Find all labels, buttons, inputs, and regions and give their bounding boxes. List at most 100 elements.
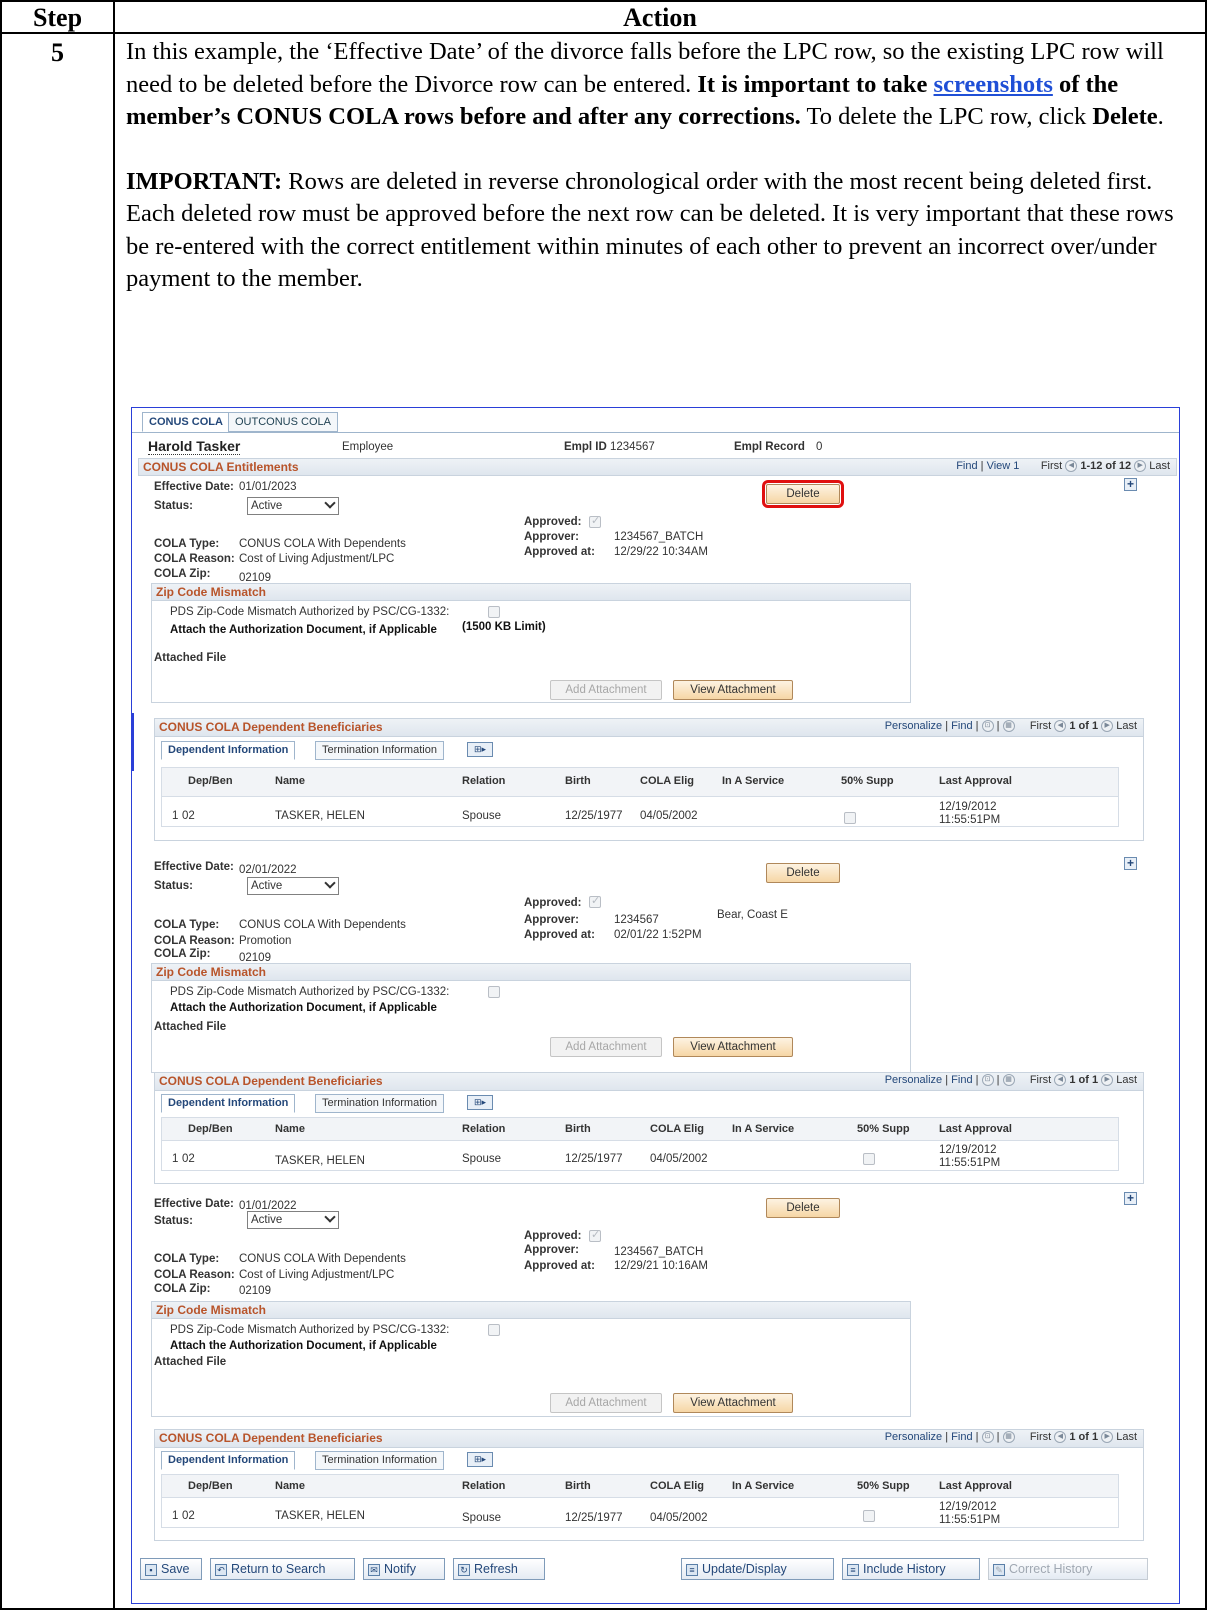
last-link[interactable]: Last: [1116, 1074, 1137, 1086]
notify-button[interactable]: ✉ Notify: [363, 1558, 445, 1580]
download-icon[interactable]: ▦: [1002, 1074, 1015, 1087]
view1-link[interactable]: View 1: [987, 460, 1020, 472]
return-to-search-button[interactable]: ↶ Return to Search: [210, 1558, 355, 1580]
show-all-columns-icon[interactable]: ⊞▸: [467, 742, 493, 757]
first-link[interactable]: First: [1041, 460, 1062, 472]
status-select[interactable]: Active: [247, 877, 339, 895]
cell-depben: 02: [182, 810, 195, 822]
personalize-link[interactable]: Personalize: [885, 1431, 942, 1443]
correct-history-button: ✎ Correct History: [988, 1558, 1148, 1580]
download-icon[interactable]: ▦: [1002, 1431, 1015, 1444]
last-link[interactable]: Last: [1116, 1431, 1137, 1443]
supp-checkbox: [863, 1153, 875, 1165]
zip-mismatch-box: Zip Code Mismatch: [151, 583, 911, 703]
prev-icon[interactable]: ◀: [1054, 1431, 1067, 1444]
kb-limit-label: (1500 KB Limit): [462, 621, 546, 633]
zip-mismatch-title: Zip Code Mismatch: [152, 584, 910, 601]
prev-icon[interactable]: ◀: [1054, 1074, 1067, 1087]
pds-zip-checkbox[interactable]: [488, 986, 500, 998]
personalize-link[interactable]: Personalize: [885, 1074, 942, 1086]
table-header-row: Step Action: [2, 2, 1205, 34]
add-row-icon[interactable]: +: [1124, 857, 1137, 870]
col-50-supp: 50% Supp: [857, 1480, 910, 1492]
view-attachment-button[interactable]: View Attachment: [673, 1037, 793, 1057]
effective-date-label: Effective Date:: [154, 861, 234, 873]
next-icon[interactable]: ▶: [1101, 1431, 1114, 1444]
next-icon[interactable]: ▶: [1134, 460, 1147, 473]
col-in-a-service: In A Service: [722, 775, 785, 787]
pds-zip-checkbox[interactable]: [488, 1324, 500, 1336]
first-link[interactable]: First: [1030, 1074, 1051, 1086]
dep-range: 1 of 1: [1069, 720, 1099, 732]
header-action: Action: [623, 3, 697, 32]
pds-zip-label: PDS Zip-Code Mismatch Authorized by PSC/…: [170, 1324, 450, 1336]
zoom-icon[interactable]: ⊡: [981, 720, 994, 733]
prev-icon[interactable]: ◀: [1054, 720, 1067, 733]
cola-type-label: COLA Type:: [154, 919, 220, 931]
tab-dependent-info[interactable]: Dependent Information: [161, 1094, 296, 1113]
pds-zip-checkbox[interactable]: [488, 606, 500, 618]
prev-icon[interactable]: ◀: [1065, 460, 1078, 473]
find-link[interactable]: Find: [956, 460, 977, 472]
tab-dependent-info[interactable]: Dependent Information: [161, 1451, 296, 1470]
tab-conus-cola[interactable]: CONUS COLA: [142, 412, 230, 432]
refresh-button[interactable]: ↻ Refresh: [453, 1558, 545, 1580]
last-link[interactable]: Last: [1116, 720, 1137, 732]
tab-termination-info[interactable]: Termination Information: [315, 741, 444, 760]
delete-button[interactable]: Delete: [762, 480, 844, 508]
cell-last-approval-date: 12/19/2012: [939, 1144, 997, 1156]
find-link[interactable]: Find: [951, 1431, 972, 1443]
save-button[interactable]: ▪ Save: [140, 1558, 202, 1580]
update-icon: ≡: [686, 1563, 698, 1576]
cola-reason-value: Promotion: [239, 935, 292, 947]
show-all-columns-icon[interactable]: ⊞▸: [467, 1452, 493, 1467]
delete-button[interactable]: Delete: [766, 863, 840, 883]
download-icon[interactable]: ▦: [1002, 720, 1015, 733]
tab-outconus-cola[interactable]: OUTCONUS COLA: [228, 412, 338, 432]
status-label: Status:: [154, 1215, 193, 1227]
tab-termination-info[interactable]: Termination Information: [315, 1451, 444, 1470]
attached-file-label: Attached File: [154, 1356, 227, 1368]
dep-nav: Personalize | Find | ⊡ | ▦ First ◀ 1 of …: [884, 1074, 1137, 1087]
status-label: Status:: [154, 880, 193, 892]
status-select[interactable]: Active: [247, 1211, 339, 1229]
find-link[interactable]: Find: [951, 1074, 972, 1086]
supp-checkbox: [863, 1510, 875, 1522]
last-link[interactable]: Last: [1149, 460, 1170, 472]
approved-at-value: 12/29/21 10:16AM: [614, 1260, 708, 1272]
personalize-link[interactable]: Personalize: [885, 720, 942, 732]
paragraph-1: In this example, the ‘Effective Date’ of…: [126, 38, 1164, 130]
zoom-icon[interactable]: ⊡: [981, 1431, 994, 1444]
next-icon[interactable]: ▶: [1101, 720, 1114, 733]
add-row-icon[interactable]: +: [1124, 1192, 1137, 1205]
approved-checkbox: [589, 1228, 601, 1242]
show-all-columns-icon[interactable]: ⊞▸: [467, 1095, 493, 1110]
first-link[interactable]: First: [1030, 720, 1051, 732]
update-display-button[interactable]: ≡ Update/Display: [681, 1558, 834, 1580]
supp-checkbox: [844, 812, 856, 824]
status-select[interactable]: Active: [247, 497, 339, 515]
cell-depben: 02: [182, 1510, 195, 1522]
cola-zip-value: 02109: [239, 1285, 271, 1297]
view-attachment-button[interactable]: View Attachment: [673, 680, 793, 700]
zoom-icon[interactable]: ⊡: [981, 1074, 994, 1087]
dep-title: CONUS COLA Dependent Beneficiaries: [159, 720, 383, 734]
approved-label: Approved:: [524, 897, 582, 909]
cell-name: TASKER, HELEN: [275, 810, 365, 822]
empl-id-value: 1234567: [610, 441, 655, 453]
find-link[interactable]: Find: [951, 720, 972, 732]
screenshots-link[interactable]: screenshots: [934, 71, 1053, 98]
col-cola-elig: COLA Elig: [650, 1123, 704, 1135]
tab-dependent-info[interactable]: Dependent Information: [161, 741, 296, 760]
important-text: Rows are deleted in reverse chronologica…: [126, 167, 1174, 293]
view-attachment-button[interactable]: View Attachment: [673, 1393, 793, 1413]
cola-reason-label: COLA Reason:: [154, 1269, 235, 1281]
cell-birth: 12/25/1977: [565, 1153, 623, 1165]
add-row-icon[interactable]: +: [1124, 478, 1137, 491]
include-history-button[interactable]: ≡ Include History: [842, 1558, 980, 1580]
first-link[interactable]: First: [1030, 1431, 1051, 1443]
col-in-a-service: In A Service: [732, 1480, 795, 1492]
delete-button[interactable]: Delete: [766, 1198, 840, 1218]
next-icon[interactable]: ▶: [1101, 1074, 1114, 1087]
tab-termination-info[interactable]: Termination Information: [315, 1094, 444, 1113]
